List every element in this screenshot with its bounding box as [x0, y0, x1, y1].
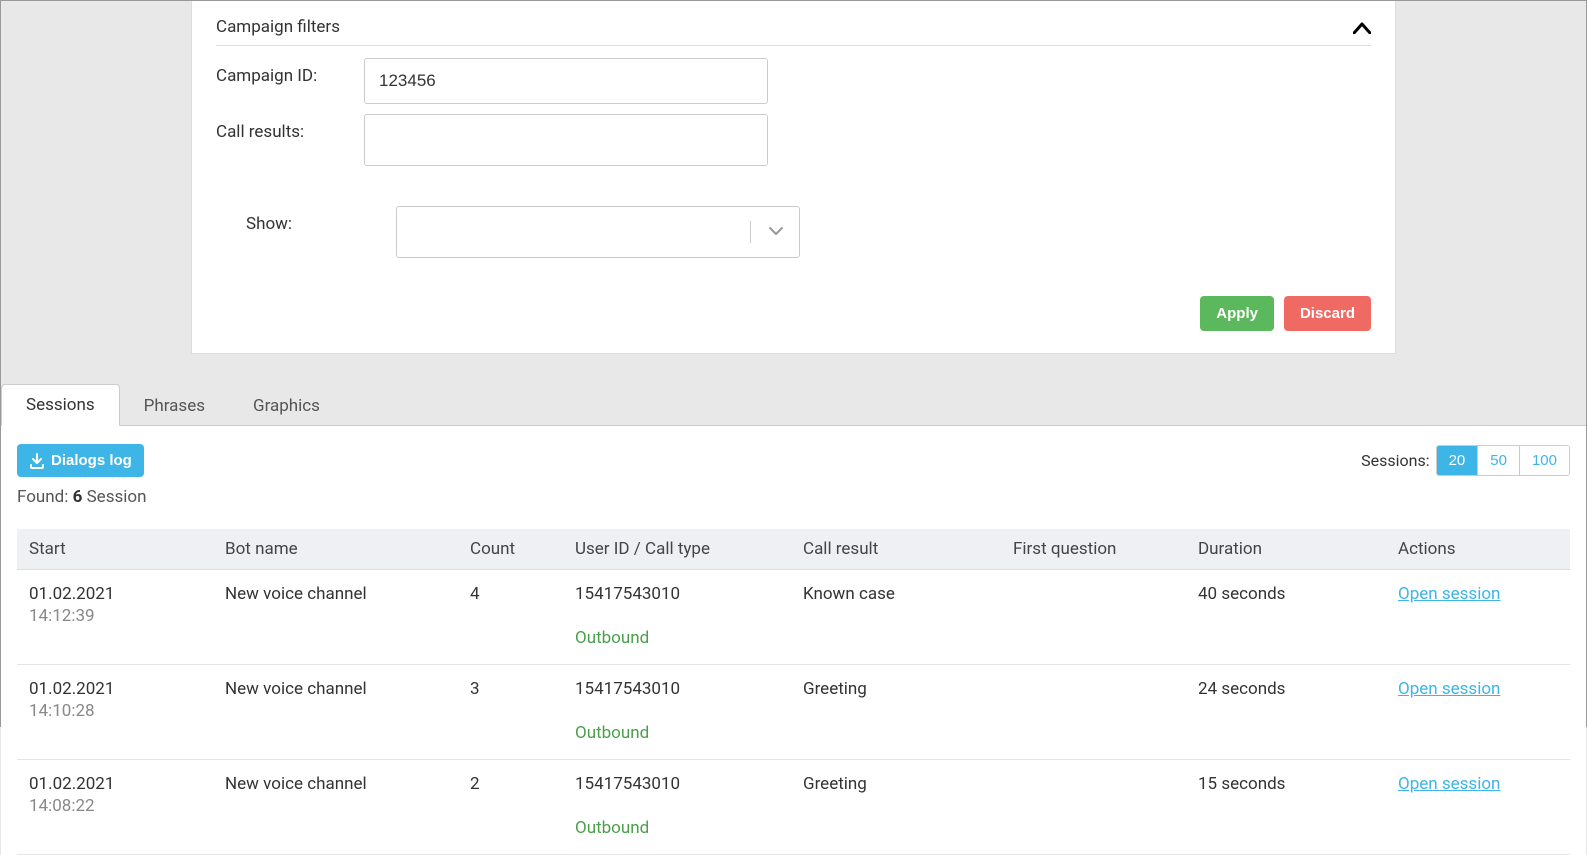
cell-start: 01.02.202114:08:22 — [17, 760, 217, 855]
open-session-link[interactable]: Open session — [1398, 679, 1500, 699]
cell-result: Greeting — [795, 665, 1005, 760]
show-select[interactable] — [396, 206, 800, 258]
cell-first-question — [1005, 665, 1190, 760]
cell-count: 4 — [462, 570, 567, 665]
filters-title: Campaign filters — [216, 17, 340, 37]
collapse-filters-icon[interactable] — [1353, 15, 1371, 39]
call-results-input[interactable] — [364, 114, 768, 166]
cell-user: 15417543010 Outbound — [567, 570, 795, 665]
cell-duration: 24 seconds — [1190, 665, 1390, 760]
th-first: First question — [1005, 529, 1190, 570]
campaign-id-input[interactable] — [364, 58, 768, 104]
row-time: 14:08:22 — [29, 796, 209, 816]
campaign-filters-card: Campaign filters Campaign ID: Call resul… — [191, 1, 1396, 354]
found-line: Found: 6 Session — [17, 487, 1570, 507]
discard-button[interactable]: Discard — [1284, 296, 1371, 331]
tab-phrases[interactable]: Phrases — [120, 386, 229, 426]
user-id: 15417543010 — [575, 679, 787, 699]
page-size-group: 20 50 100 — [1436, 445, 1570, 476]
th-user: User ID / Call type — [567, 529, 795, 570]
row-date: 01.02.2021 — [29, 679, 209, 699]
page-size-100[interactable]: 100 — [1519, 446, 1569, 475]
download-icon — [29, 453, 45, 469]
cell-user: 15417543010 Outbound — [567, 760, 795, 855]
cell-actions: Open session — [1390, 760, 1570, 855]
dialogs-log-label: Dialogs log — [51, 452, 132, 469]
cell-bot: New voice channel — [217, 570, 462, 665]
call-type: Outbound — [575, 723, 787, 743]
th-actions: Actions — [1390, 529, 1570, 570]
cell-count: 2 — [462, 760, 567, 855]
cell-start: 01.02.202114:10:28 — [17, 665, 217, 760]
call-results-label: Call results: — [216, 114, 364, 142]
cell-actions: Open session — [1390, 570, 1570, 665]
row-date: 01.02.2021 — [29, 774, 209, 794]
cell-start: 01.02.202114:12:39 — [17, 570, 217, 665]
row-time: 14:10:28 — [29, 701, 209, 721]
chevron-down-icon — [769, 224, 783, 240]
row-time: 14:12:39 — [29, 606, 209, 626]
table-row: 01.02.202114:12:39New voice channel41541… — [17, 570, 1570, 665]
cell-bot: New voice channel — [217, 760, 462, 855]
th-result: Call result — [795, 529, 1005, 570]
user-id: 15417543010 — [575, 774, 787, 794]
cell-actions: Open session — [1390, 665, 1570, 760]
cell-user: 15417543010 Outbound — [567, 665, 795, 760]
th-count: Count — [462, 529, 567, 570]
cell-first-question — [1005, 570, 1190, 665]
cell-first-question — [1005, 760, 1190, 855]
sessions-count-label: Sessions: — [1361, 451, 1429, 470]
cell-result: Greeting — [795, 760, 1005, 855]
campaign-id-label: Campaign ID: — [216, 58, 364, 86]
open-session-link[interactable]: Open session — [1398, 584, 1500, 604]
cell-duration: 15 seconds — [1190, 760, 1390, 855]
call-type: Outbound — [575, 818, 787, 838]
cell-count: 3 — [462, 665, 567, 760]
tab-graphics[interactable]: Graphics — [229, 386, 344, 426]
tab-sessions[interactable]: Sessions — [1, 384, 120, 426]
open-session-link[interactable]: Open session — [1398, 774, 1500, 794]
sessions-table: Start Bot name Count User ID / Call type… — [17, 529, 1570, 855]
dialogs-log-button[interactable]: Dialogs log — [17, 444, 144, 477]
th-duration: Duration — [1190, 529, 1390, 570]
page-size-50[interactable]: 50 — [1477, 446, 1519, 475]
th-start: Start — [17, 529, 217, 570]
show-label: Show: — [246, 206, 396, 234]
page-size-20[interactable]: 20 — [1437, 446, 1478, 475]
user-id: 15417543010 — [575, 584, 787, 604]
row-date: 01.02.2021 — [29, 584, 209, 604]
cell-bot: New voice channel — [217, 665, 462, 760]
tabs-bar: Sessions Phrases Graphics — [1, 384, 1586, 426]
table-row: 01.02.202114:10:28New voice channel31541… — [17, 665, 1570, 760]
cell-result: Known case — [795, 570, 1005, 665]
cell-duration: 40 seconds — [1190, 570, 1390, 665]
apply-button[interactable]: Apply — [1200, 296, 1274, 331]
th-bot: Bot name — [217, 529, 462, 570]
table-row: 01.02.202114:08:22New voice channel21541… — [17, 760, 1570, 855]
call-type: Outbound — [575, 628, 787, 648]
